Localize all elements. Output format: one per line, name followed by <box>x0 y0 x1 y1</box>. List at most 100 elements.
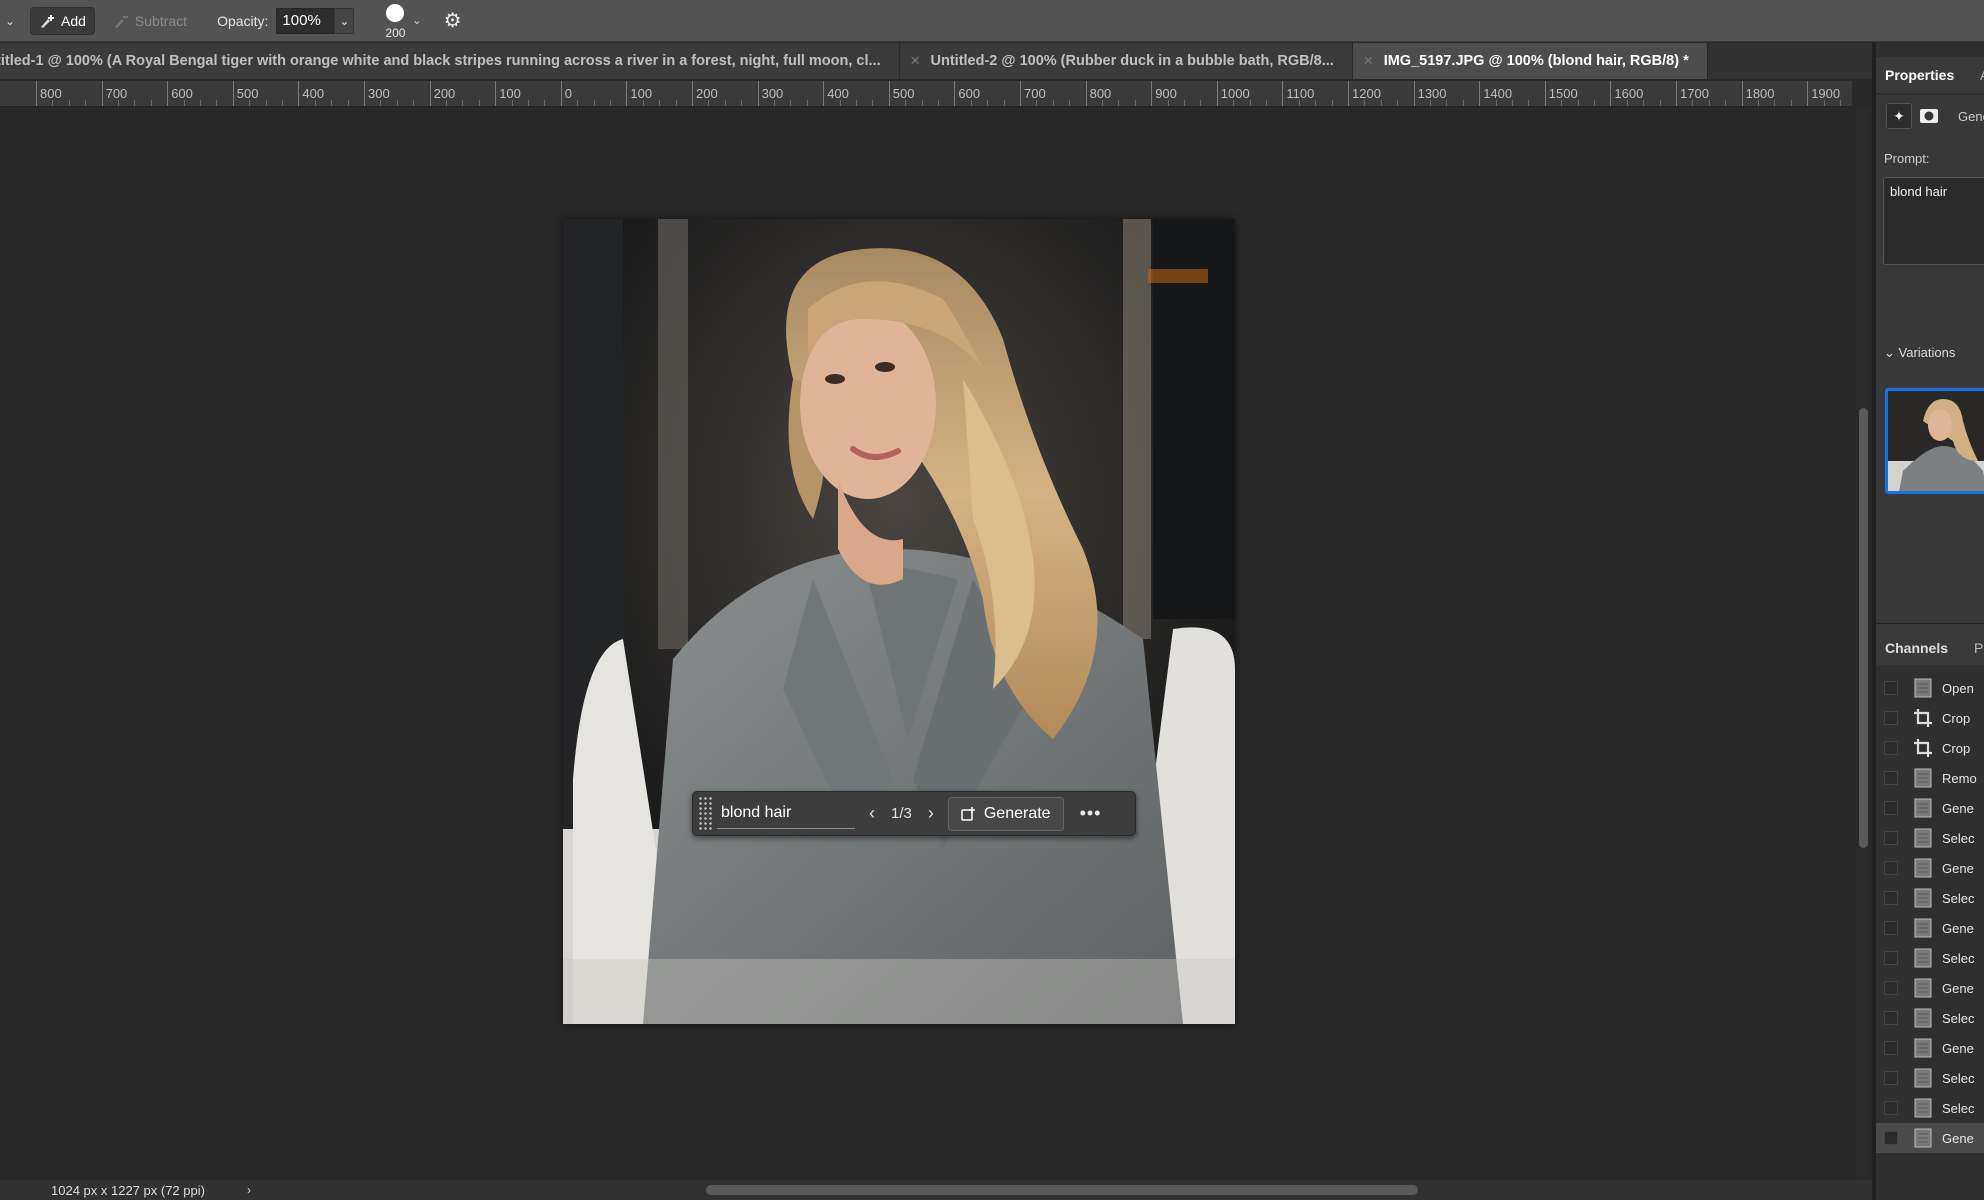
ruler-minor-tick <box>1725 100 1727 106</box>
ruler-minor-tick <box>511 100 513 106</box>
tool-preset-chevron-icon[interactable]: ⌄ <box>0 0 20 42</box>
tab-untitled-1[interactable]: ıtitled-1 @ 100% (A Royal Bengal tiger w… <box>0 43 900 79</box>
document-icon <box>1912 827 1934 849</box>
tab-properties[interactable]: Properties <box>1885 67 1954 83</box>
ruler-minor-tick <box>1758 100 1759 106</box>
history-snapshot-checkbox[interactable] <box>1884 771 1898 785</box>
ruler-minor-tick <box>1840 100 1841 106</box>
history-item[interactable]: Crop <box>1876 703 1984 733</box>
ruler-minor-tick <box>446 100 447 106</box>
ruler-tick-label: 200 <box>692 81 718 106</box>
vertical-scrollbar[interactable] <box>1856 108 1870 1179</box>
history-snapshot-checkbox[interactable] <box>1884 1131 1898 1145</box>
opacity-field[interactable]: 100% <box>276 7 335 34</box>
opacity-dropdown-icon[interactable]: ⌄ <box>334 7 355 34</box>
history-item[interactable]: Selec <box>1876 883 1984 913</box>
history-snapshot-checkbox[interactable] <box>1884 681 1898 695</box>
history-snapshot-checkbox[interactable] <box>1884 741 1898 755</box>
close-tab-icon[interactable]: ✕ <box>1363 53 1374 69</box>
subtract-label: Subtract <box>134 12 188 29</box>
ruler-minor-tick <box>1167 100 1169 106</box>
doc-info[interactable]: 1024 px x 1227 px (72 ppi) <box>51 1183 205 1198</box>
variation-thumbnail[interactable] <box>1885 388 1984 494</box>
close-tab-icon[interactable]: ✕ <box>910 53 921 69</box>
next-variation-icon[interactable]: › <box>928 803 934 824</box>
more-options-icon[interactable]: ••• <box>1080 803 1102 824</box>
history-item[interactable]: Selec <box>1876 1093 1984 1123</box>
history-item-label: Gene <box>1942 860 1974 876</box>
history-item[interactable]: Gene <box>1876 1123 1984 1153</box>
history-snapshot-checkbox[interactable] <box>1884 1071 1898 1085</box>
ruler-minor-tick <box>987 100 989 106</box>
tab-untitled-2[interactable]: ✕ Untitled-2 @ 100% (Rubber duck in a bu… <box>899 43 1353 79</box>
mask-icon[interactable] <box>1916 103 1942 129</box>
history-snapshot-checkbox[interactable] <box>1884 1041 1898 1055</box>
variation-counter: 1/3 <box>891 805 912 822</box>
history-snapshot-checkbox[interactable] <box>1884 801 1898 815</box>
ruler-tick-label: 100 <box>626 81 652 106</box>
tab-img-5197[interactable]: ✕ IMG_5197.JPG @ 100% (blond hair, RGB/8… <box>1352 43 1708 79</box>
generate-button[interactable]: Generate <box>947 796 1064 831</box>
variations-header[interactable]: ⌄ Variations <box>1884 345 1955 361</box>
history-item[interactable]: Gene <box>1876 1033 1984 1063</box>
ruler-minor-tick <box>544 100 546 106</box>
ruler-tick-label: 300 <box>364 81 390 106</box>
history-snapshot-checkbox[interactable] <box>1884 891 1898 905</box>
brush-size-picker[interactable]: 200 <box>380 1 410 41</box>
ruler-minor-tick <box>1790 100 1792 106</box>
gear-icon[interactable]: ⚙ <box>444 8 462 33</box>
history-item[interactable]: Gene <box>1876 853 1984 883</box>
history-item[interactable]: Gene <box>1876 793 1984 823</box>
generate-label: Generate <box>983 804 1051 822</box>
subtract-mode-button[interactable]: Subtract <box>105 7 195 35</box>
ruler-minor-tick <box>1184 100 1185 106</box>
drag-handle-icon[interactable] <box>698 795 712 832</box>
history-snapshot-checkbox[interactable] <box>1884 981 1898 995</box>
history-item[interactable]: Remo <box>1876 763 1984 793</box>
ruler-minor-tick <box>774 100 775 106</box>
status-menu-chevron-icon[interactable]: › <box>247 1183 251 1197</box>
tab-adjustments[interactable]: A <box>1980 67 1984 83</box>
ruler-minor-tick <box>1692 100 1694 106</box>
tab-paths[interactable]: Pa <box>1974 640 1984 656</box>
history-item[interactable]: Selec <box>1876 823 1984 853</box>
previous-variation-icon[interactable]: ‹ <box>869 803 875 824</box>
ruler-tick-label: 700 <box>1020 81 1046 106</box>
history-item-label: Open <box>1942 680 1974 696</box>
ruler-minor-tick <box>1380 100 1382 106</box>
add-mode-button[interactable]: Add <box>30 6 95 35</box>
history-item[interactable]: Open <box>1876 673 1984 703</box>
magic-wand-icon[interactable]: ✦ <box>1886 103 1912 129</box>
brush-subtract-icon <box>114 15 128 28</box>
history-snapshot-checkbox[interactable] <box>1884 831 1898 845</box>
vertical-scroll-thumb[interactable] <box>1859 408 1868 848</box>
tab-channels[interactable]: Channels <box>1885 640 1948 656</box>
prompt-input[interactable]: blond hair <box>717 799 855 829</box>
ruler-minor-tick <box>1298 100 1300 106</box>
ruler-minor-tick <box>183 100 185 106</box>
prompt-textarea[interactable]: blond hair <box>1883 177 1984 265</box>
prompt-label: Prompt: <box>1884 151 1930 166</box>
ruler-tick-label: 400 <box>298 81 324 106</box>
history-item[interactable]: Selec <box>1876 1003 1984 1033</box>
brush-size-value: 200 <box>385 25 406 40</box>
history-item[interactable]: Selec <box>1876 943 1984 973</box>
history-snapshot-checkbox[interactable] <box>1884 1101 1898 1115</box>
history-snapshot-checkbox[interactable] <box>1884 861 1898 875</box>
brush-dropdown-icon[interactable]: ⌄ <box>412 14 421 27</box>
history-item[interactable]: Gene <box>1876 973 1984 1003</box>
history-item[interactable]: Gene <box>1876 913 1984 943</box>
horizontal-scroll-thumb[interactable] <box>706 1185 1418 1195</box>
history-snapshot-checkbox[interactable] <box>1884 711 1898 725</box>
history-snapshot-checkbox[interactable] <box>1884 921 1898 935</box>
history-item[interactable]: Crop <box>1876 733 1984 763</box>
history-item[interactable]: Selec <box>1876 1063 1984 1093</box>
ruler-minor-tick <box>872 100 874 106</box>
history-snapshot-checkbox[interactable] <box>1884 951 1898 965</box>
document-image[interactable] <box>563 219 1235 1024</box>
history-item-label: Gene <box>1942 800 1974 816</box>
variations-label: Variations <box>1898 345 1956 360</box>
ruler-minor-tick <box>331 100 333 106</box>
history-snapshot-checkbox[interactable] <box>1884 1011 1898 1025</box>
horizontal-ruler[interactable]: 800 700 600 500 400 300 200 100 0 100 200 300 400 500… <box>0 81 1852 107</box>
